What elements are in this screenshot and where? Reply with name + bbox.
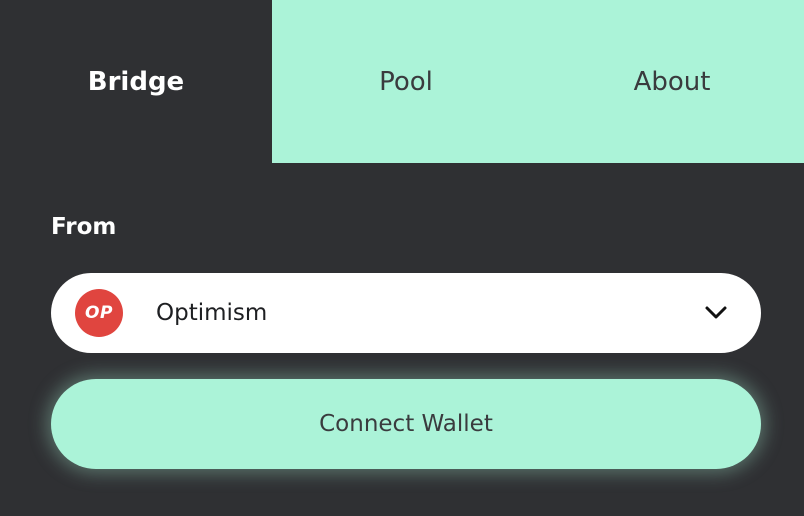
connect-wallet-button[interactable]: Connect Wallet [51,379,761,469]
from-chain-select[interactable]: OP Optimism [51,273,761,353]
optimism-logo-icon: OP [75,289,123,337]
chevron-down-icon [705,306,727,319]
from-label: From [51,214,117,240]
tab-bridge[interactable]: Bridge [0,0,272,163]
nav-tabs: Bridge Pool About [0,0,804,163]
tab-pool[interactable]: Pool [272,0,540,163]
selected-chain-name: Optimism [156,300,268,326]
tab-about[interactable]: About [540,0,804,163]
